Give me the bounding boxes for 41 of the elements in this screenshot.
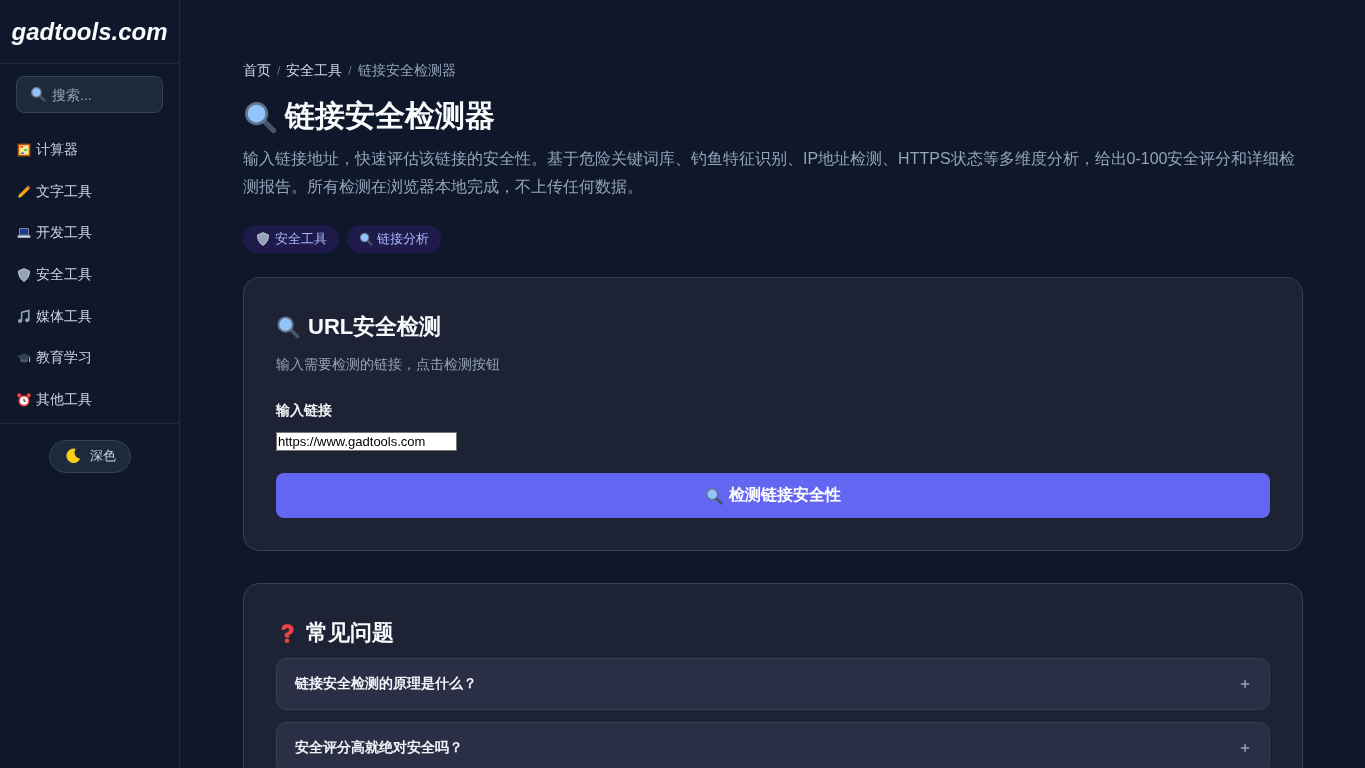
check-button[interactable]: 检测链接安全性 <box>276 473 1270 518</box>
tag[interactable]: 链接分析 <box>347 225 441 253</box>
sidebar-item[interactable]: 其他工具 <box>0 379 179 421</box>
magnifier-icon <box>276 315 300 339</box>
moon-icon <box>63 447 82 466</box>
sidebar-item[interactable]: 媒体工具 <box>0 295 179 338</box>
magnifier-icon <box>359 232 373 246</box>
magnifier-icon <box>705 486 723 505</box>
page-title: 链接安全检测器 <box>285 98 495 134</box>
current-page-label: 链接安全检测器 <box>357 62 456 80</box>
card-subtitle: 输入需要检测的链接，点击检测按钮 <box>276 356 501 374</box>
url-input-field[interactable]: https://www.gadtools.com <box>276 432 457 451</box>
faq-item[interactable]: 安全评分高就绝对安全吗？ <box>276 722 1270 768</box>
plus-icon <box>1239 678 1251 690</box>
sidebar-item[interactable]: 计算器 <box>0 129 179 171</box>
magnifier-icon <box>243 99 277 134</box>
sidebar-item[interactable]: 开发工具 <box>0 212 179 255</box>
plus-icon <box>1239 742 1251 754</box>
shield-icon <box>255 231 271 247</box>
breadcrumb-link[interactable]: 安全工具 <box>286 62 343 80</box>
field-label: 输入链接 <box>276 402 333 420</box>
page-description: 输入链接地址，快速评估该链接的安全性。基于危险关键词库、钓鱼特征识别、IP地址检测、HTTPS状态等多维度分析，给出0-100安全评分和详细检测报告。所有检测在浏览器本地完成，不上传任何数据。 <box>243 149 1297 197</box>
abacus-icon <box>16 141 32 158</box>
pencil-icon <box>16 183 32 200</box>
site-logo[interactable]: gadtools.com <box>0 0 179 64</box>
faq-item[interactable]: 链接安全检测的原理是什么？ <box>276 658 1270 710</box>
card-title: URL安全检测 <box>308 313 442 341</box>
sidebar-item[interactable]: 安全工具 <box>0 254 179 296</box>
breadcrumb-link[interactable]: 首页 <box>243 62 271 80</box>
sidebar-item[interactable]: 教育学习 <box>0 337 179 380</box>
sidebar-item[interactable]: 文字工具 <box>0 170 179 213</box>
music-note-icon <box>16 308 32 325</box>
alarm-clock-icon <box>16 391 32 408</box>
theme-toggle-button[interactable]: 深色 <box>48 439 131 473</box>
magnifier-icon <box>30 86 46 102</box>
breadcrumb-separator: / <box>348 64 352 78</box>
shield-icon <box>16 266 32 283</box>
faq-title: 常见问题 <box>306 619 394 647</box>
breadcrumb-separator: / <box>277 64 281 78</box>
tag[interactable]: 安全工具 <box>243 225 339 253</box>
search-field[interactable]: 搜索... <box>16 76 163 113</box>
